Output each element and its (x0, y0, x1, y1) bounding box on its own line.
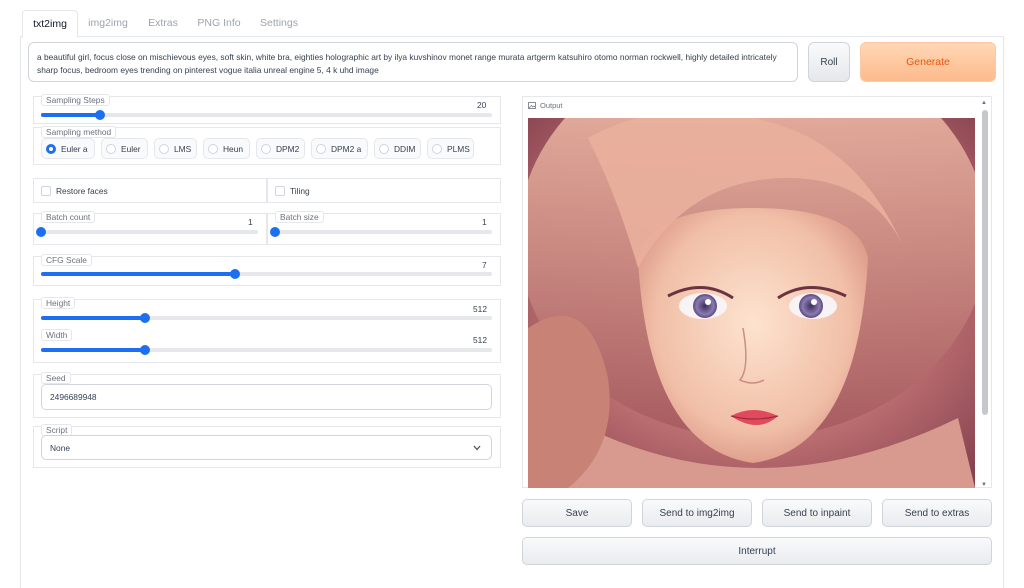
radio-lms[interactable]: LMS (154, 138, 197, 159)
radio-ddim[interactable]: DDIM (374, 138, 421, 159)
radio-label: DPM2 a (331, 143, 362, 154)
dimensions-panel (33, 299, 501, 363)
image-icon (528, 102, 536, 109)
tiling-checkbox[interactable] (275, 186, 285, 196)
interrupt-button[interactable]: Interrupt (522, 537, 992, 565)
tab-settings[interactable]: Settings (252, 10, 306, 37)
script-select[interactable]: None (41, 435, 492, 460)
width-slider[interactable] (41, 345, 492, 355)
sampling-steps-value[interactable]: 20 (477, 100, 486, 110)
batch-count-label: Batch count (41, 211, 96, 223)
radio-dot (46, 143, 56, 154)
radio-label: LMS (174, 143, 192, 154)
cfg-scale-value[interactable]: 7 (482, 260, 487, 270)
radio-euler-a[interactable]: Euler a (41, 138, 95, 159)
send-to-inpaint-button[interactable]: Send to inpaint (762, 499, 872, 527)
scroll-thumb[interactable] (982, 110, 988, 415)
radio-label: Euler (121, 143, 141, 154)
tab-bar: txt2img img2img Extras PNG Info Settings (20, 10, 1004, 38)
cfg-scale-label: CFG Scale (41, 254, 92, 266)
radio-dot (261, 143, 271, 154)
prompt-textarea[interactable]: a beautiful girl, focus close on mischie… (28, 42, 798, 82)
height-value[interactable]: 512 (473, 304, 487, 314)
radio-euler[interactable]: Euler (101, 138, 148, 159)
width-label: Width (41, 329, 73, 341)
send-to-extras-button[interactable]: Send to extras (882, 499, 992, 527)
tiling-label: Tiling (290, 186, 310, 196)
sampling-steps-slider[interactable] (41, 110, 492, 120)
generate-button[interactable]: Generate (860, 42, 996, 82)
batch-size-label: Batch size (275, 211, 324, 223)
radio-label: Heun (223, 143, 244, 154)
batch-size-slider[interactable] (270, 227, 492, 237)
generated-portrait-image (528, 118, 975, 488)
radio-dot (106, 143, 116, 154)
radio-plms[interactable]: PLMS (427, 138, 474, 159)
radio-heun[interactable]: Heun (203, 138, 250, 159)
output-label: Output (540, 101, 563, 110)
batch-size-value[interactable]: 1 (482, 217, 487, 227)
script-selected-value: None (50, 442, 71, 453)
radio-dot (208, 143, 218, 154)
radio-label: PLMS (447, 143, 470, 154)
seed-label: Seed (41, 372, 71, 384)
radio-dot (379, 143, 389, 154)
output-label-wrap: Output (528, 101, 563, 110)
height-slider[interactable] (41, 313, 492, 323)
radio-dot (432, 143, 442, 154)
seed-input[interactable]: 2496689948 (41, 384, 492, 410)
cfg-scale-panel (33, 256, 501, 286)
radio-label: DDIM (394, 143, 416, 154)
batch-count-slider[interactable] (36, 227, 258, 237)
tab-img2img[interactable]: img2img (82, 10, 134, 37)
radio-dot (159, 143, 169, 154)
radio-dpm2[interactable]: DPM2 (256, 138, 305, 159)
output-image[interactable] (528, 118, 975, 488)
roll-button[interactable]: Roll (808, 42, 850, 82)
scroll-up-icon[interactable]: ▲ (981, 100, 987, 106)
tab-png-info[interactable]: PNG Info (192, 10, 246, 37)
radio-label: Euler a (61, 143, 88, 154)
radio-dpm2-a[interactable]: DPM2 a (311, 138, 368, 159)
restore-faces-label: Restore faces (56, 186, 108, 196)
sampling-steps-label: Sampling Steps (41, 94, 110, 106)
restore-faces-checkbox[interactable] (41, 186, 51, 196)
sampling-method-label: Sampling method (41, 126, 117, 138)
scroll-down-icon[interactable]: ▼ (981, 482, 987, 488)
radio-label: DPM2 (276, 143, 300, 154)
width-value[interactable]: 512 (473, 335, 487, 345)
save-button[interactable]: Save (522, 499, 632, 527)
chevron-down-icon (473, 445, 481, 451)
height-label: Height (41, 297, 76, 309)
output-scrollbar[interactable]: ▲ ▼ (980, 100, 990, 488)
tab-extras[interactable]: Extras (140, 10, 186, 37)
send-to-img2img-button[interactable]: Send to img2img (642, 499, 752, 527)
cfg-scale-slider[interactable] (41, 269, 492, 279)
tab-txt2img[interactable]: txt2img (22, 10, 78, 38)
radio-dot (316, 143, 326, 154)
batch-count-value[interactable]: 1 (248, 217, 253, 227)
